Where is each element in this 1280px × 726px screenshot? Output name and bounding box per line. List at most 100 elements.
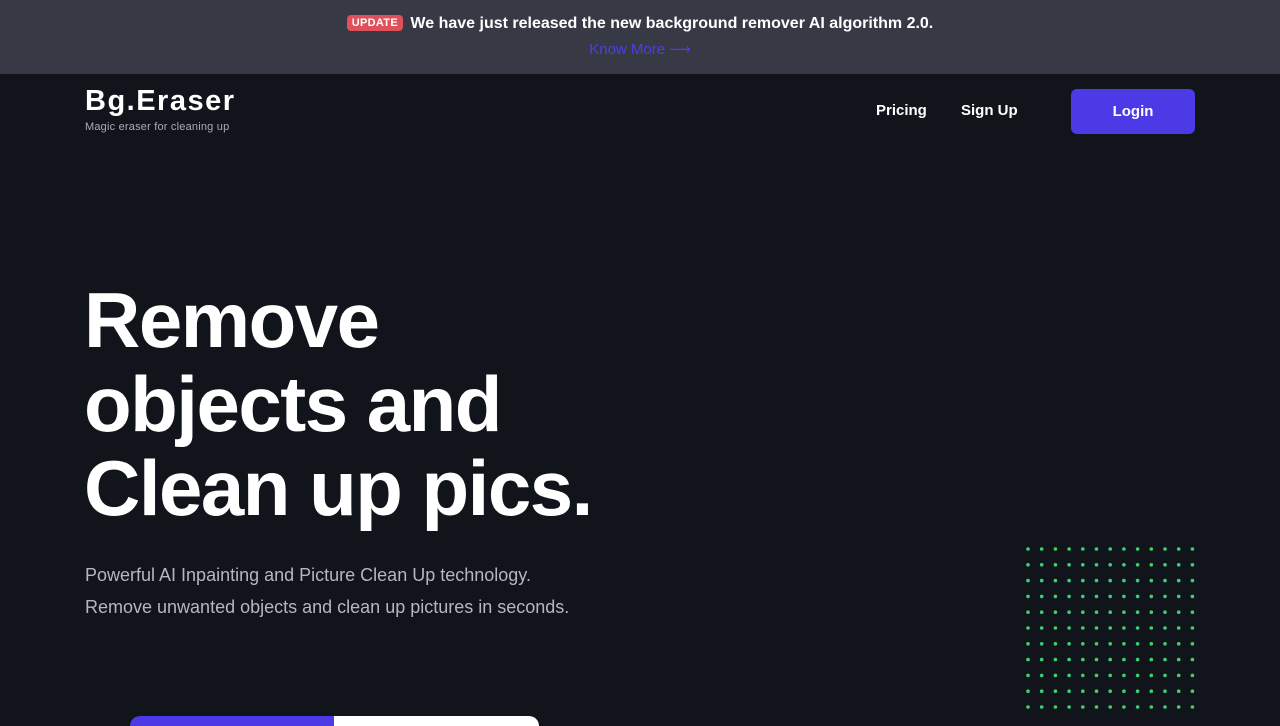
grid-dot [1026, 626, 1030, 630]
grid-dot [1039, 689, 1044, 693]
grid-dot [1081, 626, 1085, 630]
grid-dot [1176, 563, 1181, 567]
nav-signup-link[interactable]: Sign Up [961, 102, 1018, 119]
grid-dot [1149, 689, 1154, 693]
grid-dot [1176, 594, 1181, 599]
grid-dot [1053, 547, 1058, 551]
grid-dot [1053, 594, 1058, 599]
grid-dot [1081, 578, 1085, 583]
grid-dot [1135, 673, 1140, 678]
grid-dot [1039, 626, 1044, 630]
grid-dot [1081, 642, 1085, 646]
grid-dot [1067, 673, 1071, 678]
grid-dot [1094, 563, 1099, 567]
grid-dot [1135, 547, 1140, 551]
grid-dot [1067, 642, 1071, 646]
grid-dot [1163, 547, 1167, 551]
grid-dot [1067, 563, 1071, 567]
grid-dot [1122, 673, 1126, 678]
grid-dot [1067, 594, 1071, 599]
grid-dot [1094, 673, 1099, 678]
grid-dot [1122, 563, 1126, 567]
grid-dot [1176, 689, 1181, 693]
grid-dot [1094, 547, 1099, 551]
hero-subtitle: Powerful AI Inpainting and Picture Clean… [85, 565, 570, 617]
grid-dot [1081, 563, 1085, 567]
grid-dot [1176, 626, 1181, 630]
grid-dot [1108, 578, 1112, 583]
login-button[interactable]: Login [1071, 89, 1195, 134]
secondary-cta-button[interactable] [334, 716, 539, 726]
grid-dot [1190, 642, 1195, 646]
primary-cta-button[interactable] [130, 716, 334, 726]
hero-title: Remove objects and Clean up pics. [84, 278, 704, 530]
grid-dot [1039, 657, 1044, 662]
grid-dot [1149, 673, 1154, 678]
grid-dot [1190, 563, 1195, 567]
grid-dot [1122, 610, 1126, 614]
grid-dot [1053, 610, 1058, 614]
logo-tagline: Magic eraser for cleaning up [85, 121, 230, 133]
grid-dot [1108, 673, 1112, 678]
hero-title-line-2: objects and [84, 360, 502, 448]
grid-dot [1026, 705, 1030, 709]
grid-dot [1122, 657, 1126, 662]
grid-dot [1163, 673, 1167, 678]
grid-dot [1039, 610, 1044, 614]
grid-dot [1026, 594, 1030, 599]
grid-dot [1176, 610, 1181, 614]
nav-pricing-link[interactable]: Pricing [876, 102, 927, 119]
grid-dot [1135, 705, 1140, 709]
grid-dot [1094, 594, 1099, 599]
know-more-link[interactable]: Know More ⟶ [0, 40, 1280, 58]
grid-dot [1122, 578, 1126, 583]
grid-dot [1190, 657, 1195, 662]
logo[interactable]: Bg.Eraser Magic eraser for cleaning up [85, 85, 236, 133]
grid-dot [1081, 689, 1085, 693]
grid-dot [1135, 563, 1140, 567]
grid-dot [1026, 673, 1030, 678]
grid-dot [1176, 657, 1181, 662]
grid-dot [1067, 578, 1071, 583]
grid-dot [1053, 673, 1058, 678]
grid-dot [1081, 705, 1085, 709]
grid-dot [1149, 626, 1154, 630]
grid-dot [1094, 705, 1099, 709]
grid-dot [1163, 626, 1167, 630]
grid-dot [1176, 705, 1181, 709]
grid-dot [1163, 578, 1167, 583]
grid-dot [1094, 578, 1099, 583]
grid-dot [1149, 642, 1154, 646]
grid-dot [1108, 547, 1112, 551]
grid-dot [1135, 578, 1140, 583]
grid-dot [1190, 626, 1195, 630]
grid-dot [1108, 642, 1112, 646]
grid-dot [1190, 578, 1195, 583]
grid-dot [1190, 689, 1195, 693]
grid-dot [1039, 547, 1044, 551]
grid-dot [1163, 642, 1167, 646]
grid-dot [1135, 657, 1140, 662]
grid-dot [1135, 626, 1140, 630]
grid-dot [1163, 563, 1167, 567]
grid-dot [1026, 547, 1030, 551]
grid-dot [1176, 673, 1181, 678]
grid-dot [1149, 594, 1154, 599]
grid-dot [1163, 705, 1167, 709]
grid-dot [1081, 673, 1085, 678]
grid-dot [1163, 657, 1167, 662]
grid-dot [1122, 689, 1126, 693]
grid-dot [1122, 626, 1126, 630]
grid-dot [1135, 594, 1140, 599]
grid-dot [1108, 705, 1112, 709]
grid-dot [1039, 673, 1044, 678]
grid-dot [1081, 594, 1085, 599]
grid-dot [1053, 626, 1058, 630]
grid-dot [1039, 594, 1044, 599]
grid-dot [1039, 642, 1044, 646]
grid-dot [1149, 547, 1154, 551]
grid-dot [1081, 657, 1085, 662]
grid-dot [1026, 642, 1030, 646]
grid-dot [1094, 689, 1099, 693]
grid-dot [1135, 689, 1140, 693]
